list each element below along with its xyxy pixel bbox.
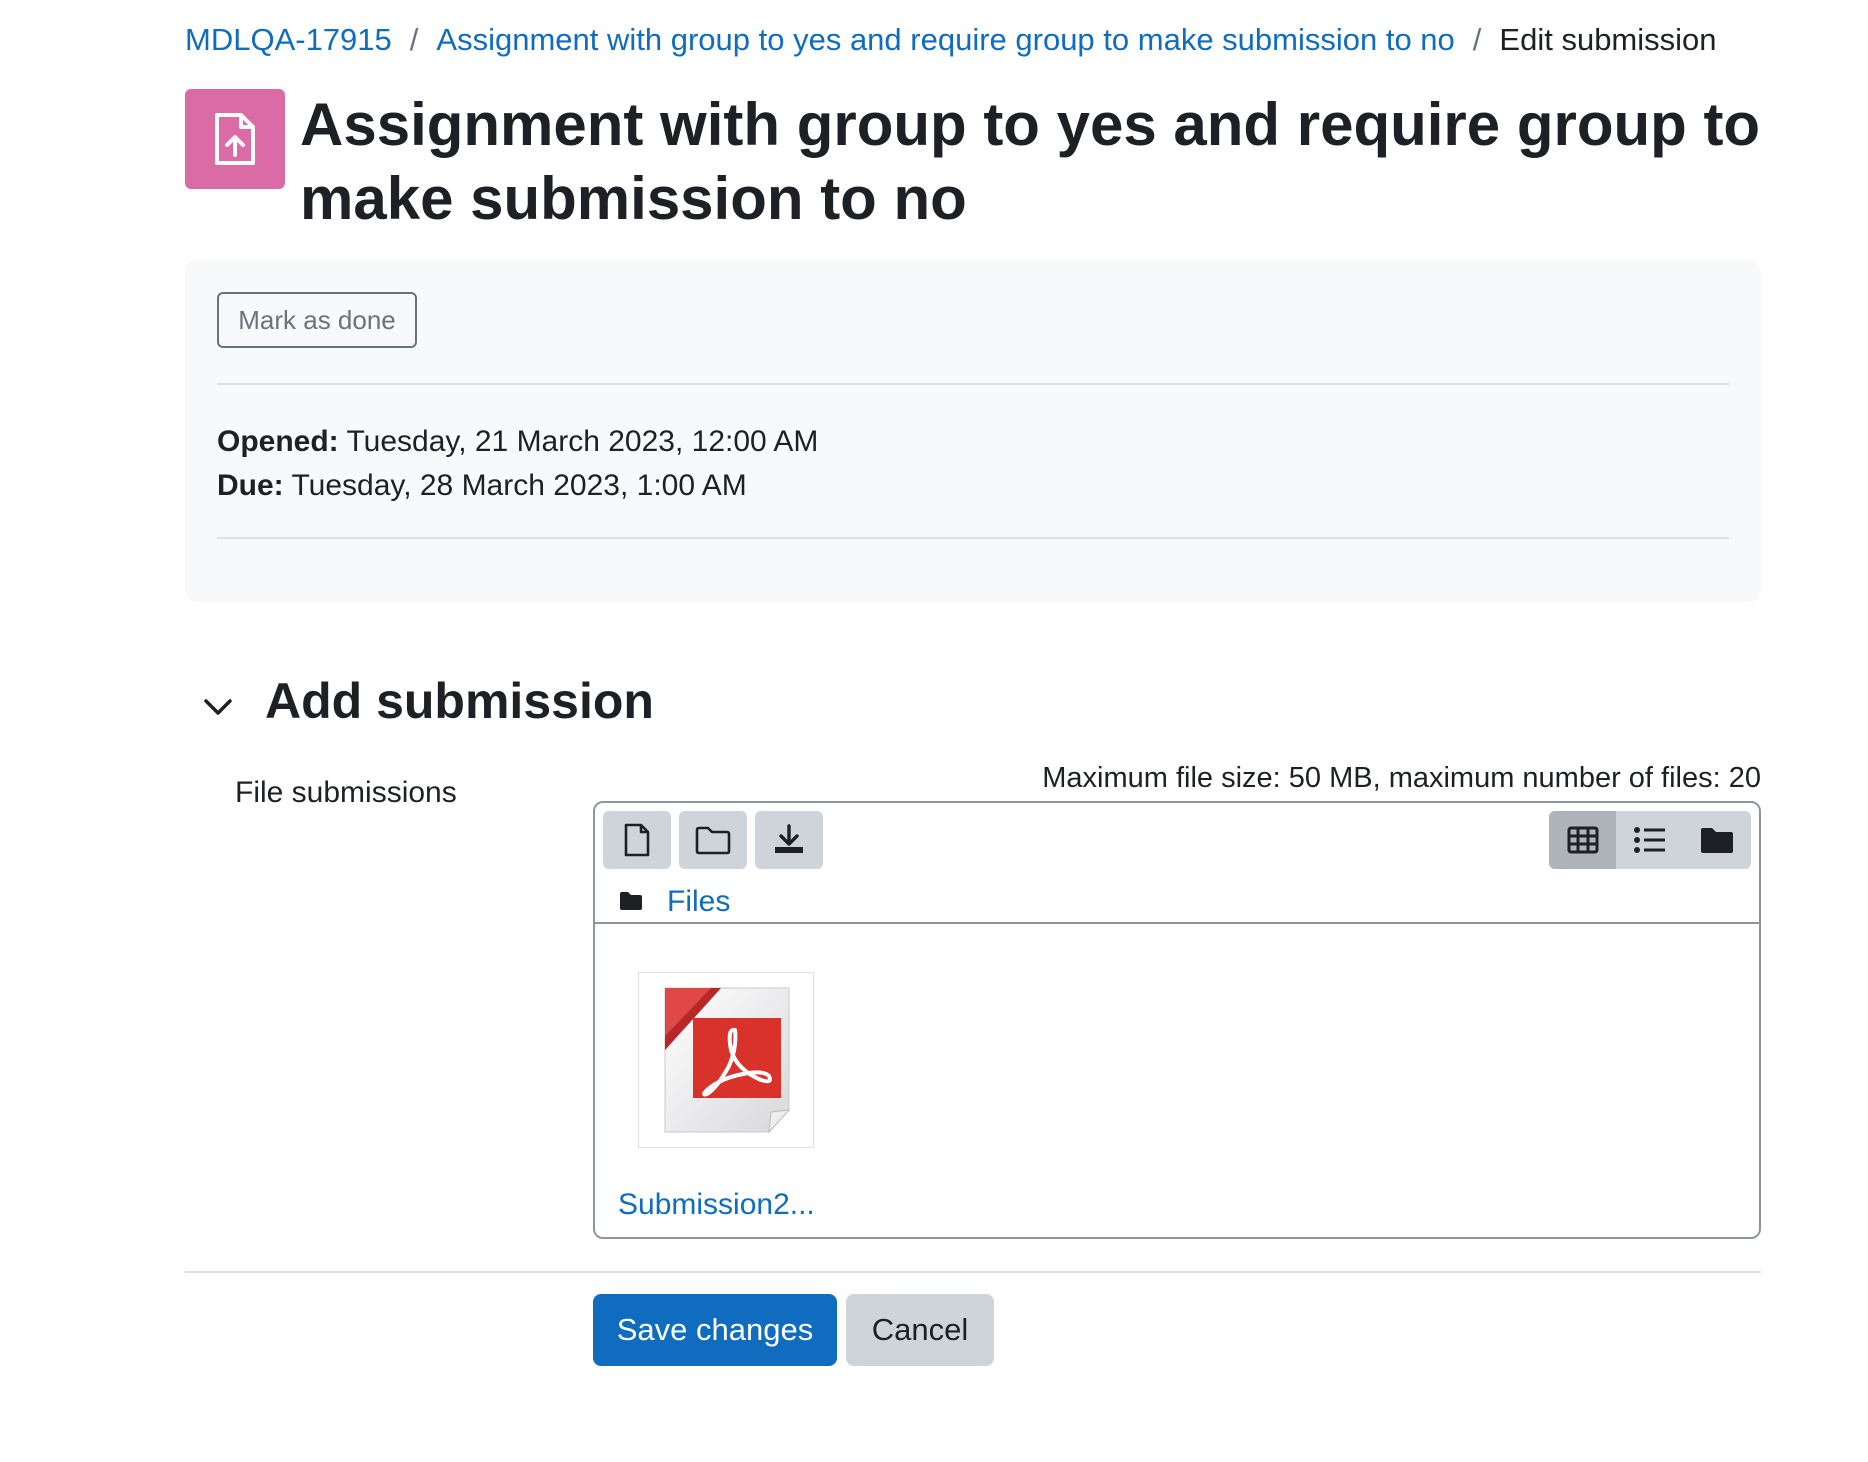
breadcrumb-assignment-link[interactable]: Assignment with group to yes and require… (436, 22, 1454, 57)
opened-value: Tuesday, 21 March 2023, 12:00 AM (346, 425, 819, 458)
opened-date: Opened: Tuesday, 21 March 2023, 12:00 AM (217, 420, 818, 464)
file-name-link[interactable]: Submission2... (618, 1188, 815, 1222)
pdf-file-icon (664, 987, 791, 1134)
folder-icon (619, 885, 643, 919)
page-title: Assignment with group to yes and require… (300, 91, 1761, 232)
breadcrumb-separator: / (409, 22, 419, 57)
divider (217, 383, 1729, 385)
breadcrumb-course-link[interactable]: MDLQA-17915 (185, 22, 392, 57)
create-folder-icon[interactable] (679, 811, 747, 869)
files-path-link[interactable]: Files (667, 885, 730, 919)
file-manager: Files Submission2... (593, 801, 1761, 1239)
view-switcher (1549, 811, 1751, 869)
section-title[interactable]: Add submission (265, 672, 654, 730)
breadcrumb-current: Edit submission (1499, 22, 1717, 57)
file-thumbnail[interactable] (638, 972, 814, 1148)
list-view-icon[interactable] (1616, 811, 1683, 869)
file-path: Files (619, 885, 730, 919)
save-changes-button[interactable]: Save changes (593, 1294, 837, 1366)
due-date: Due: Tuesday, 28 March 2023, 1:00 AM (217, 464, 818, 508)
due-label: Due: (217, 469, 284, 502)
divider (595, 922, 1759, 924)
chevron-down-icon[interactable] (203, 692, 233, 722)
divider (185, 1271, 1761, 1273)
activity-dates: Opened: Tuesday, 21 March 2023, 12:00 AM… (217, 420, 818, 508)
assignment-upload-icon (185, 89, 285, 189)
cancel-button[interactable]: Cancel (846, 1294, 994, 1366)
breadcrumb: MDLQA-17915 / Assignment with group to yes… (185, 22, 1717, 58)
file-submissions-label: File submissions (235, 776, 457, 809)
add-file-icon[interactable] (603, 811, 671, 869)
breadcrumb-separator: / (1472, 22, 1482, 57)
divider (217, 537, 1729, 539)
opened-label: Opened: (217, 425, 339, 458)
grid-view-icon[interactable] (1549, 811, 1617, 869)
mark-as-done-button[interactable]: Mark as done (217, 292, 417, 348)
tree-view-icon[interactable] (1684, 811, 1751, 869)
file-limits-text: Maximum file size: 50 MB, maximum number… (1042, 762, 1761, 794)
download-icon[interactable] (755, 811, 823, 869)
due-value: Tuesday, 28 March 2023, 1:00 AM (291, 469, 747, 502)
